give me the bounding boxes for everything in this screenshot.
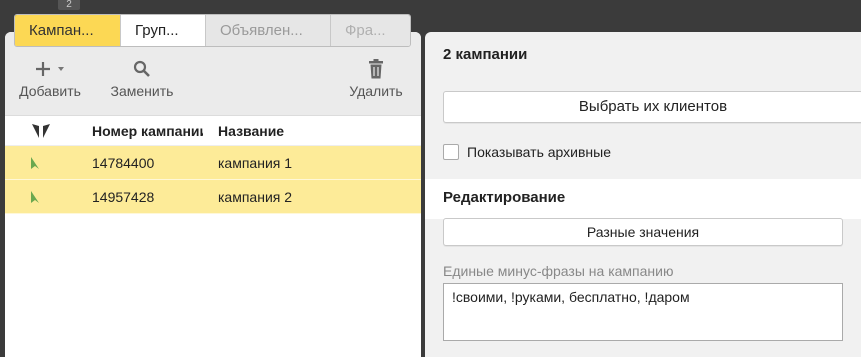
details-panel: 2 кампании Выбрать их клиентов Показыват…: [425, 32, 861, 357]
grid-header-number[interactable]: Номер кампании: [77, 123, 203, 139]
different-values-button[interactable]: Разные значения: [443, 218, 843, 246]
trash-icon: [369, 59, 383, 79]
table-row[interactable]: 14957428 кампания 2: [5, 180, 421, 214]
campaign-type-icon: [32, 123, 50, 138]
delete-button-label: Удалить: [349, 83, 403, 99]
delete-button[interactable]: Удалить: [345, 58, 407, 99]
show-archived-row[interactable]: Показывать архивные: [443, 144, 611, 160]
plus-icon: [36, 62, 64, 76]
tab-groups[interactable]: Груп...: [121, 15, 206, 46]
replace-button[interactable]: Заменить: [107, 58, 177, 99]
add-button[interactable]: Добавить: [16, 58, 84, 99]
tab-ads[interactable]: Объявлен...: [206, 15, 331, 46]
add-button-label: Добавить: [19, 83, 81, 99]
tab-phrases[interactable]: Фра...: [331, 15, 410, 46]
campaign-number: 14784400: [92, 154, 155, 171]
campaign-icon: [31, 190, 39, 203]
show-archived-checkbox[interactable]: [443, 144, 459, 160]
grid-header: Номер кампании Название: [5, 116, 421, 146]
table-row[interactable]: 14784400 кампания 1: [5, 146, 421, 180]
minus-phrases-input[interactable]: !своими, !руками, бесплатно, !даром: [443, 283, 843, 341]
window-number-badge: 2: [58, 0, 80, 10]
campaign-name: кампания 1: [218, 154, 293, 171]
show-archived-label: Показывать архивные: [467, 144, 611, 160]
editing-section-title: Редактирование: [425, 179, 861, 219]
tab-campaigns[interactable]: Кампан...: [15, 15, 121, 46]
grid-header-name[interactable]: Название: [203, 123, 421, 139]
grid-header-icon-col[interactable]: [5, 123, 77, 139]
campaign-icon: [31, 156, 39, 169]
choose-clients-button[interactable]: Выбрать их клиентов: [443, 91, 861, 123]
level-tabs: Кампан... Груп... Объявлен... Фра...: [14, 14, 411, 47]
replace-button-label: Заменить: [110, 83, 174, 99]
minus-phrases-label: Единые минус-фразы на кампанию: [443, 263, 674, 279]
selection-title: 2 кампании: [443, 46, 528, 63]
campaign-name: кампания 2: [218, 188, 293, 205]
search-icon: [133, 60, 150, 77]
campaigns-panel: Добавить Заменить Удалить Номер кампании…: [5, 32, 421, 357]
campaign-number: 14957428: [92, 188, 155, 205]
